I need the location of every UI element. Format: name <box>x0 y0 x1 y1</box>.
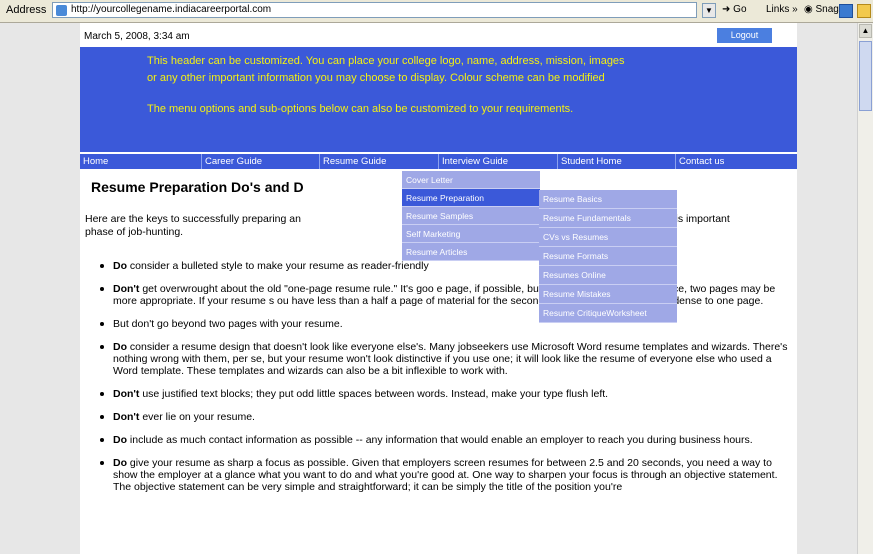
list-item: Don't use justified text blocks; they pu… <box>85 388 790 400</box>
page-icon <box>56 5 67 16</box>
header-line-3: The menu options and sub-options below c… <box>147 103 574 115</box>
menu-cover-letter[interactable]: Cover Letter <box>402 171 540 189</box>
submenu-resume-formats[interactable]: Resume Formats <box>539 247 677 266</box>
tips-list: Do consider a bulleted style to make you… <box>85 260 790 504</box>
list-item: Do give your resume as sharp a focus as … <box>85 457 790 493</box>
address-toolbar: Address http://yourcollegename.indiacare… <box>0 0 873 23</box>
nav-resume-guide[interactable]: Resume Guide <box>320 154 439 169</box>
nav-interview-guide[interactable]: Interview Guide <box>439 154 558 169</box>
resume-preparation-submenu: Resume Basics Resume Fundamentals CVs vs… <box>539 190 677 323</box>
list-item: Do consider a bulleted style to make you… <box>85 260 790 272</box>
main-nav: Home Career Guide Resume Guide Interview… <box>80 154 797 169</box>
site-header: This header can be customized. You can p… <box>80 47 797 152</box>
go-label: Go <box>733 4 747 15</box>
go-arrow-icon: ➜ <box>722 4 731 15</box>
submenu-cvs-vs-resumes[interactable]: CVs vs Resumes <box>539 228 677 247</box>
nav-contact-us[interactable]: Contact us <box>676 154 797 169</box>
submenu-resume-mistakes[interactable]: Resume Mistakes <box>539 285 677 304</box>
resume-guide-dropdown: Cover Letter Resume Preparation Resume S… <box>402 171 540 261</box>
list-item: But don't go beyond two pages with your … <box>85 318 790 330</box>
menu-resume-articles[interactable]: Resume Articles <box>402 243 540 261</box>
intro-text-c: phase of job-hunting. <box>85 226 184 238</box>
nav-student-home[interactable]: Student Home <box>558 154 676 169</box>
submenu-resume-fundamentals[interactable]: Resume Fundamentals <box>539 209 677 228</box>
list-item: Do include as much contact information a… <box>85 434 790 446</box>
toolbar-capture-icon[interactable] <box>839 4 853 18</box>
go-button[interactable]: ➜ Go <box>722 4 747 15</box>
address-label: Address <box>6 4 47 16</box>
web-page: March 5, 2008, 3:34 am Logout This heade… <box>80 23 797 554</box>
address-dropdown-button[interactable]: ▼ <box>702 3 716 18</box>
vertical-scrollbar[interactable]: ▲ <box>857 23 873 554</box>
page-title: Resume Preparation Do's and D <box>91 179 304 195</box>
menu-resume-samples[interactable]: Resume Samples <box>402 207 540 225</box>
toolbar-folder-icon[interactable] <box>857 4 871 18</box>
links-button[interactable]: Links » <box>766 4 798 15</box>
submenu-resume-critique-worksheet[interactable]: Resume CritiqueWorksheet <box>539 304 677 323</box>
submenu-resume-basics[interactable]: Resume Basics <box>539 190 677 209</box>
scroll-up-icon[interactable]: ▲ <box>859 24 872 38</box>
list-item: Do consider a resume design that doesn't… <box>85 341 790 377</box>
address-url: http://yourcollegename.indiacareerportal… <box>71 4 272 15</box>
list-item: Don't get overwrought about the old "one… <box>85 283 790 307</box>
nav-career-guide[interactable]: Career Guide <box>202 154 320 169</box>
header-line-2: or any other important information you m… <box>147 72 605 84</box>
logout-button[interactable]: Logout <box>717 28 772 43</box>
header-line-1: This header can be customized. You can p… <box>147 55 625 67</box>
submenu-resumes-online[interactable]: Resumes Online <box>539 266 677 285</box>
list-item: Don't ever lie on your resume. <box>85 411 790 423</box>
address-input[interactable]: http://yourcollegename.indiacareerportal… <box>52 2 697 18</box>
intro-text-a: Here are the keys to successfully prepar… <box>85 213 301 225</box>
menu-resume-preparation[interactable]: Resume Preparation <box>402 189 540 207</box>
date-time: March 5, 2008, 3:34 am <box>84 31 190 42</box>
menu-self-marketing[interactable]: Self Marketing <box>402 225 540 243</box>
scroll-thumb[interactable] <box>859 41 872 111</box>
nav-home[interactable]: Home <box>80 154 202 169</box>
snagit-icon: ◉ <box>804 4 813 15</box>
